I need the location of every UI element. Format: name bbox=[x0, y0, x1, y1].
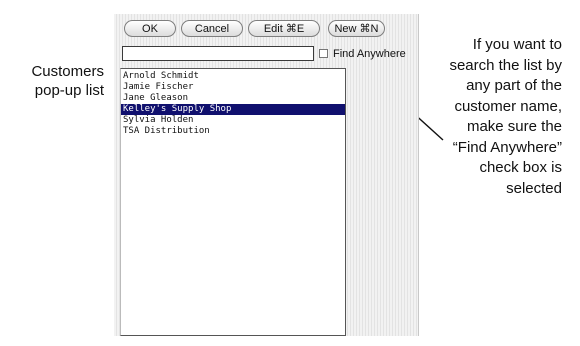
customers-popup: OK Cancel Edit ⌘E New ⌘N Find Anywhere A… bbox=[114, 14, 419, 336]
list-item[interactable]: Sylvia Holden bbox=[121, 115, 345, 126]
find-anywhere-checkbox[interactable] bbox=[319, 49, 328, 58]
list-item-selected[interactable]: Kelley's Supply Shop bbox=[121, 104, 345, 115]
list-item[interactable]: Jamie Fischer bbox=[121, 82, 345, 93]
search-input[interactable] bbox=[122, 46, 314, 61]
new-button[interactable]: New ⌘N bbox=[328, 20, 385, 37]
cancel-button[interactable]: Cancel bbox=[181, 20, 243, 37]
find-anywhere-label: Find Anywhere bbox=[333, 48, 406, 60]
customer-list[interactable]: Arnold Schmidt Jamie Fischer Jane Gleason K… bbox=[120, 68, 346, 336]
edit-button[interactable]: Edit ⌘E bbox=[248, 20, 320, 37]
list-item[interactable]: Arnold Schmidt bbox=[121, 71, 345, 82]
list-item[interactable]: TSA Distribution bbox=[121, 126, 345, 137]
ok-button[interactable]: OK bbox=[124, 20, 176, 37]
list-item[interactable]: Jane Gleason bbox=[121, 93, 345, 104]
